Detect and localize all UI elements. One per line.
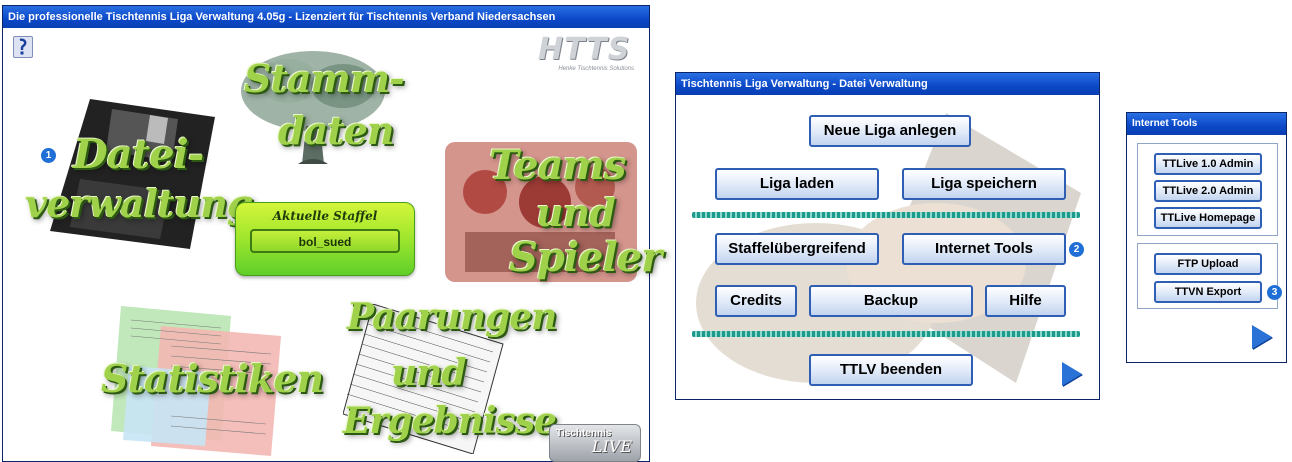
- next-arrow-icon[interactable]: [1062, 362, 1082, 386]
- main-window: Die professionelle Tischtennis Liga Verw…: [2, 5, 662, 462]
- tischtennis-live-logo[interactable]: Tischtennis LIVE: [549, 424, 641, 462]
- ttlive-homepage-button[interactable]: TTLive Homepage: [1154, 207, 1262, 229]
- datei-window-title: Tischtennis Liga Verwaltung - Datei Verw…: [676, 73, 1099, 95]
- liga-speichern-button[interactable]: Liga speichern: [902, 168, 1066, 200]
- divider-bottom: [692, 331, 1080, 337]
- staffeluebergreifend-button[interactable]: Staffelübergreifend: [715, 233, 879, 265]
- next-arrow-icon-2[interactable]: [1252, 325, 1272, 349]
- liga-laden-button[interactable]: Liga laden: [715, 168, 879, 200]
- ttlive-logo-text-2: LIVE: [591, 437, 632, 456]
- internet-tools-button[interactable]: Internet Tools: [902, 233, 1066, 265]
- main-window-title: Die professionelle Tischtennis Liga Verw…: [3, 6, 649, 28]
- teams-label-3: Spieler: [509, 234, 662, 281]
- ttlive-1-admin-button[interactable]: TTLive 1.0 Admin: [1154, 153, 1262, 175]
- stammdaten-label-1: Stamm-: [244, 56, 405, 101]
- statistiken-module[interactable]: Statistiken: [101, 306, 324, 456]
- stammdaten-module[interactable]: Stamm- daten: [218, 36, 408, 166]
- htts-logo: HTTS Henke Tischtennis Solutions: [538, 34, 638, 76]
- callout-badge-2: 2: [1069, 242, 1084, 257]
- dateiverwaltung-module[interactable]: Datei- verwaltung: [25, 91, 253, 251]
- hilfe-button[interactable]: Hilfe: [985, 285, 1066, 317]
- ftp-upload-button[interactable]: FTP Upload: [1154, 253, 1262, 275]
- divider-top: [692, 212, 1080, 218]
- paarungen-label-2: und: [391, 352, 467, 394]
- teams-label-2: und: [536, 190, 616, 235]
- paarungen-label-3: Ergebnisse: [343, 400, 557, 442]
- ttlive-2-admin-button[interactable]: TTLive 2.0 Admin: [1154, 180, 1262, 202]
- staffel-value[interactable]: bol_sued: [250, 229, 400, 253]
- paarungen-label-1: Paarungen: [347, 296, 557, 338]
- callout-badge-3: 3: [1267, 285, 1282, 300]
- backup-button[interactable]: Backup: [809, 285, 973, 317]
- help-icon[interactable]: [13, 36, 33, 58]
- statistiken-label: Statistiken: [101, 356, 324, 401]
- callout-badge-1: 1: [41, 148, 56, 163]
- htts-logo-text: HTTS: [538, 32, 631, 67]
- credits-button[interactable]: Credits: [715, 285, 797, 317]
- aktuelle-staffel-panel: Aktuelle Staffel bol_sued: [235, 202, 415, 276]
- neue-liga-button[interactable]: Neue Liga anlegen: [809, 115, 971, 147]
- staffel-label: Aktuelle Staffel: [272, 209, 378, 223]
- internet-window-title: Internet Tools: [1127, 113, 1286, 135]
- internet-tools-window: Internet Tools TTLive 1.0 Admin TTLive 2…: [1126, 112, 1287, 363]
- paarungen-module[interactable]: Paarungen und Ergebnisse: [333, 296, 557, 461]
- dateiverwaltung-label-2: verwaltung: [25, 181, 253, 226]
- ttvn-export-button[interactable]: TTVN Export: [1154, 281, 1262, 303]
- dateiverwaltung-label-1: Datei-: [73, 131, 204, 178]
- datei-verwaltung-window: Tischtennis Liga Verwaltung - Datei Verw…: [675, 72, 1100, 400]
- ttlv-beenden-button[interactable]: TTLV beenden: [809, 354, 973, 386]
- stammdaten-label-2: daten: [278, 108, 395, 153]
- teams-label-1: Teams: [489, 142, 626, 189]
- teams-module[interactable]: Teams und Spieler: [441, 136, 662, 286]
